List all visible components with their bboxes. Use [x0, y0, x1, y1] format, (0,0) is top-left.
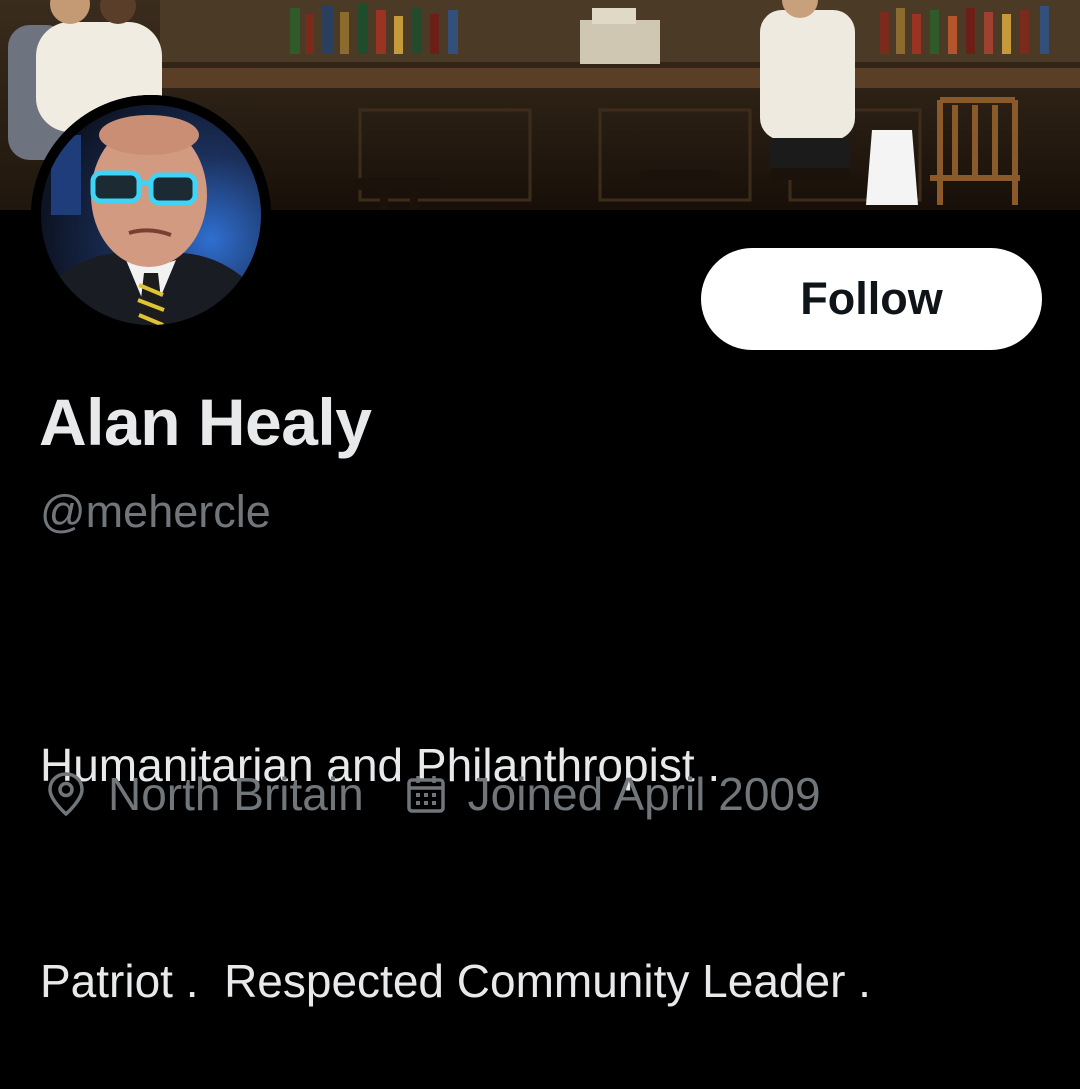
profile-avatar[interactable] — [31, 95, 271, 335]
profile-handle: @mehercle — [40, 486, 271, 537]
profile-joined-text: Joined April 2009 — [467, 768, 821, 820]
profile-display-name: Alan Healy — [39, 385, 372, 459]
calendar-icon — [404, 770, 448, 818]
profile-location: North Britain — [44, 767, 364, 821]
profile-joined: Joined April 2009 — [404, 767, 821, 821]
bio-line: Patriot . Respected Community Leader . — [40, 955, 871, 1007]
profile-location-text: North Britain — [108, 768, 364, 820]
map-pin-icon — [44, 770, 88, 818]
profile-meta-row: North Britain Joined April 2009 — [44, 764, 821, 824]
profile-bio: Humanitarian and Philanthropist . Patrio… — [40, 585, 1050, 1089]
follow-button[interactable]: Follow — [701, 248, 1042, 350]
